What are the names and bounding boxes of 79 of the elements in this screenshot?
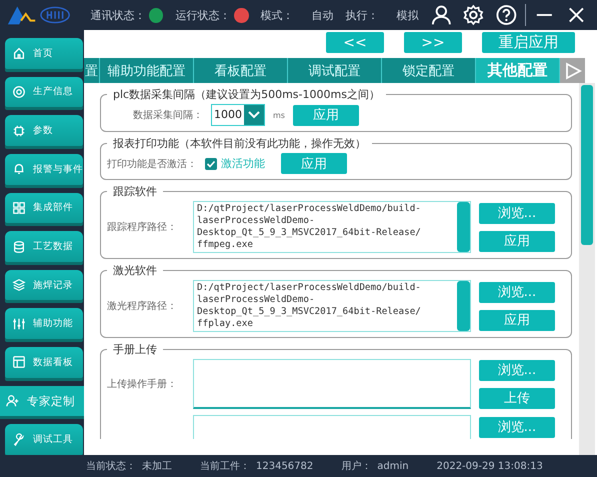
status-value: admin: [377, 460, 409, 472]
group-title: 手册上传: [112, 342, 158, 357]
upload-field[interactable]: [193, 415, 471, 439]
sidebar-item[interactable]: 集成部件: [5, 192, 83, 224]
badge-logo-icon: [40, 6, 70, 24]
sidebar-item[interactable]: 生产信息: [5, 76, 83, 108]
path-field[interactable]: D:/qtProject/laserProcessWeldDemo/build- laserProcessWeldDemo- Desktop_Qt_5_9_3_MSVC2017_64bit-Release/ ffmpeg.exe: [193, 201, 471, 253]
checkbox-label[interactable]: 激活功能: [221, 156, 265, 171]
action-button[interactable]: 应用: [479, 310, 555, 330]
field-label: 数据采集间隔：: [133, 108, 203, 122]
sidebar-item[interactable]: 工艺数据: [5, 231, 83, 262]
group-title: plc数据采集间隔（建议设置为500ms-1000ms之间）: [112, 87, 381, 102]
scrollbar[interactable]: [579, 83, 595, 455]
path-field[interactable]: D:/qtProject/laserProcessWeldDemo/build- laserProcessWeldDemo- Desktop_Qt_5_9_3_MSVC2017_64bit-Release/ ffplay.exe: [193, 280, 471, 332]
database-icon: [12, 240, 26, 254]
sidebar-item[interactable]: 数据看板: [5, 347, 83, 378]
status-label: 当前状态：: [86, 460, 136, 473]
sidebar-item[interactable]: 辅助功能: [5, 308, 83, 340]
checkbox[interactable]: [205, 158, 217, 170]
status-value: 未加工: [142, 460, 172, 473]
nav-button[interactable]: <<: [326, 32, 384, 53]
action-button[interactable]: 浏览...: [479, 360, 555, 380]
status-label: 运行状态：: [175, 8, 230, 22]
tab[interactable]: 调试配置: [288, 58, 382, 83]
field-label: 打印功能是否激活：: [107, 158, 197, 170]
group-title: 激光软件: [112, 263, 158, 278]
tab[interactable]: 辅助功能配置: [100, 58, 194, 83]
status-value: 123456782: [256, 460, 314, 472]
add-user-icon: [6, 394, 20, 408]
wrench-icon: [12, 432, 26, 447]
nav-button[interactable]: >>: [404, 32, 462, 53]
apply-button[interactable]: 应用: [292, 104, 359, 126]
status-label: 用户：: [341, 460, 372, 473]
tab[interactable]: 其他配置: [476, 58, 560, 83]
interval-dropdown[interactable]: 1000: [211, 104, 265, 126]
field-value: 自动: [312, 8, 334, 22]
nav-button[interactable]: 重启应用: [482, 32, 575, 53]
sidebar-item[interactable]: 首页: [5, 38, 83, 69]
tab[interactable]: 置: [84, 58, 100, 83]
layers-icon: [12, 278, 26, 292]
next-tab-button[interactable]: [560, 58, 585, 83]
field-label: 执行：: [346, 8, 378, 22]
field-value: 模拟: [396, 8, 418, 22]
action-button[interactable]: 上传: [479, 388, 555, 408]
settings-icon[interactable]: [463, 4, 484, 26]
sidebar-item[interactable]: 报警与事件: [5, 154, 83, 185]
field-label: 跟踪程序路径：: [107, 220, 178, 234]
sidebar-item[interactable]: 调试工具: [5, 424, 83, 456]
group-title: 报表打印功能（本软件目前没有此功能，操作无效）: [112, 136, 367, 151]
upload-field[interactable]: [193, 359, 471, 409]
sliders-icon: [12, 316, 26, 331]
sidebar-item[interactable]: 专家定制: [0, 386, 84, 416]
field-label: 上传操作手册：: [107, 378, 178, 391]
field-label: 激光程序路径：: [107, 300, 178, 313]
help-icon[interactable]: [496, 4, 517, 26]
bell-icon: [12, 162, 26, 176]
group-title: 跟踪软件: [112, 184, 158, 199]
circle-icon: [12, 84, 26, 99]
action-button[interactable]: 浏览...: [479, 202, 555, 224]
chip-icon: [12, 124, 26, 138]
panel-icon: [12, 355, 26, 370]
action-button[interactable]: 应用: [479, 230, 555, 252]
sidebar-item[interactable]: 施焊记录: [5, 270, 83, 300]
apply-button[interactable]: 应用: [281, 153, 347, 174]
browse-button[interactable]: 浏览...: [479, 416, 555, 438]
chevron-down-icon[interactable]: [244, 105, 264, 125]
status-label: 当前工件：: [200, 460, 250, 473]
home-icon: [12, 46, 26, 60]
field-label: 模式：: [260, 8, 294, 22]
tab[interactable]: 锁定配置: [382, 58, 476, 83]
action-button[interactable]: 浏览...: [479, 282, 555, 302]
unit-label: ms: [273, 110, 285, 120]
status-label: 通讯状态：: [90, 8, 146, 22]
status-value: 2022-09-29 13:08:13: [436, 460, 543, 472]
grid-icon: [12, 200, 26, 215]
logo-icon: [6, 4, 36, 26]
sidebar-item[interactable]: 参数: [5, 115, 83, 146]
user-icon[interactable]: [430, 4, 452, 26]
tab[interactable]: 看板配置: [194, 58, 288, 83]
